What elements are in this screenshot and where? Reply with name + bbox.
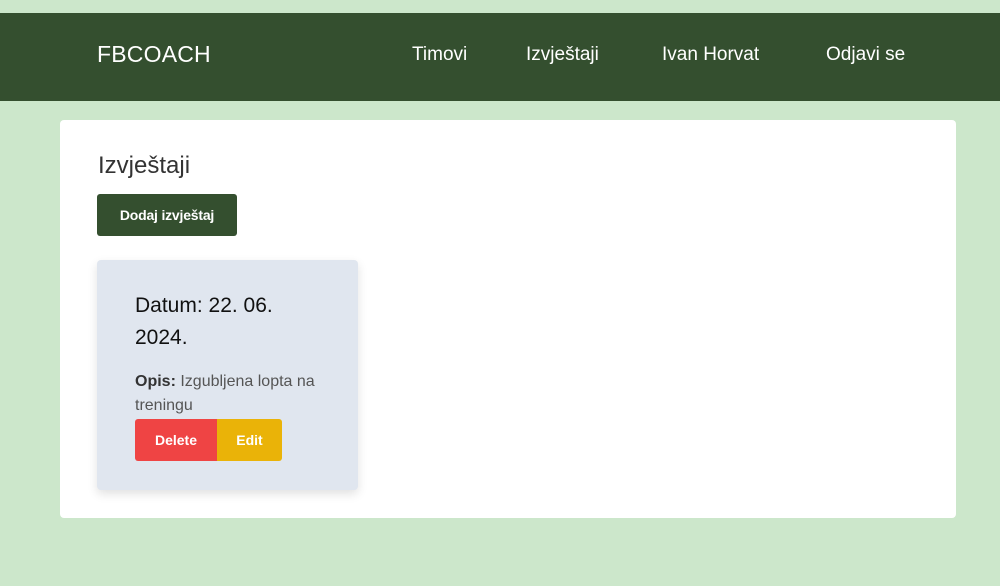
nav-link-reports[interactable]: Izvještaji <box>526 42 599 68</box>
edit-report-button[interactable]: Edit <box>217 419 282 461</box>
report-actions: Delete Edit <box>135 419 282 461</box>
brand-logo-link[interactable]: FBCOACH <box>97 37 211 71</box>
report-description: Opis: Izgubljena lopta na treningu <box>135 370 335 418</box>
report-card: Datum: 22. 06. 2024. Opis: Izgubljena lo… <box>97 260 358 490</box>
delete-report-button[interactable]: Delete <box>135 419 217 461</box>
page-title: Izvještaji <box>98 152 191 179</box>
report-date: Datum: 22. 06. 2024. <box>135 294 273 349</box>
add-report-button[interactable]: Dodaj izvještaj <box>97 194 237 236</box>
top-navbar: FBCOACH Timovi Izvještaji Ivan Horvat Od… <box>0 13 1000 101</box>
report-description-label: Opis: <box>135 373 176 390</box>
reports-panel: Izvještaji Dodaj izvještaj Datum: 22. 06… <box>60 120 956 518</box>
nav-link-teams[interactable]: Timovi <box>412 42 467 68</box>
nav-link-user-profile[interactable]: Ivan Horvat <box>662 42 759 68</box>
nav-link-logout[interactable]: Odjavi se <box>826 42 905 68</box>
